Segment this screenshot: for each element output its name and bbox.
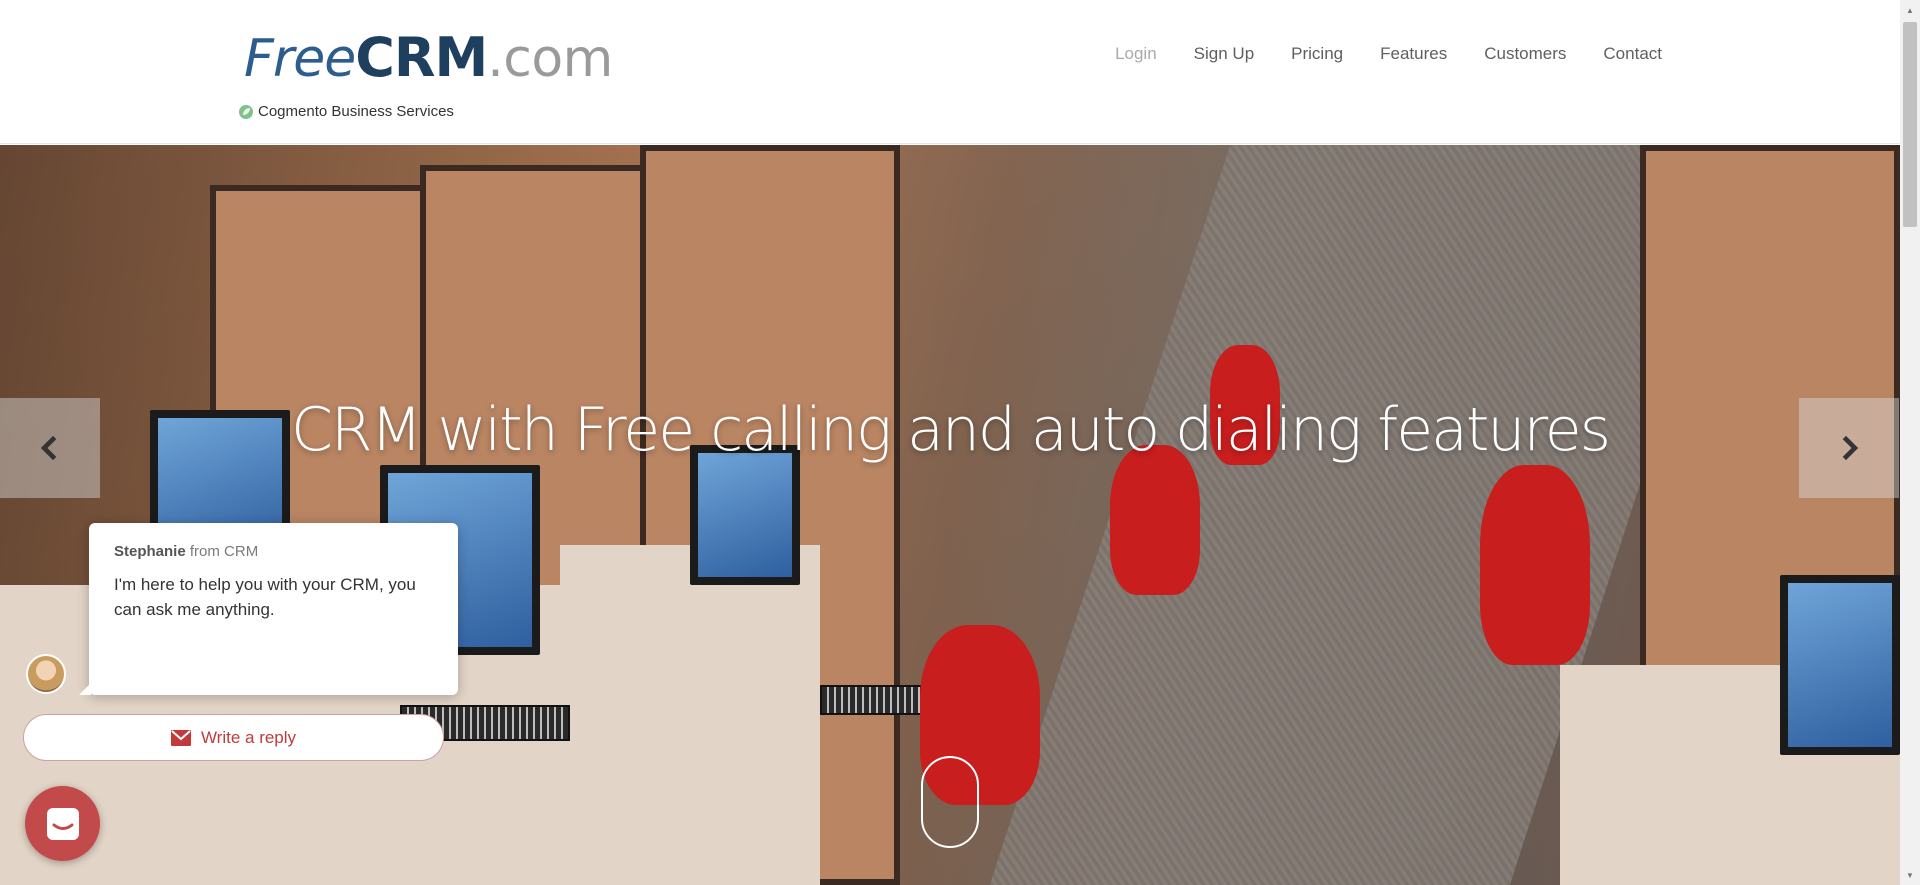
chat-launcher-button[interactable] <box>25 786 100 861</box>
tagline-text: Cogmento Business Services <box>258 103 454 120</box>
write-reply-label: Write a reply <box>200 727 297 747</box>
write-reply-button[interactable]: Write a reply <box>23 714 444 761</box>
hero-carousel: CRM with Free calling and auto dialing f… <box>0 145 1900 885</box>
carousel-next-button[interactable] <box>1799 398 1899 498</box>
freecrm-logo[interactable]: Free CRM .com <box>244 26 613 89</box>
envelope-icon <box>170 729 191 746</box>
cogmento-leaf-icon <box>239 104 253 119</box>
chat-icon <box>46 807 79 840</box>
tagline: Cogmento Business Services <box>238 103 454 120</box>
computer-monitor <box>690 445 800 585</box>
logo-free-text: Free <box>244 29 356 89</box>
chat-agent-from: from CRM <box>185 543 259 560</box>
nav-customers[interactable]: Customers <box>1484 44 1566 64</box>
nav-pricing[interactable]: Pricing <box>1291 44 1343 64</box>
red-chair <box>1480 465 1590 665</box>
red-chair <box>1110 445 1200 595</box>
desk-surface <box>560 545 820 885</box>
logo-com-text: .com <box>487 29 613 89</box>
chat-message-card[interactable]: Stephanie from CRM I'm here to help you … <box>79 523 458 695</box>
page-scrollbar[interactable]: ▲ ▼ <box>1900 0 1920 885</box>
agent-avatar <box>26 654 66 694</box>
scrollbar-thumb[interactable] <box>1903 22 1917 227</box>
main-nav: Login Sign Up Pricing Features Customers… <box>1115 44 1662 64</box>
computer-monitor <box>1780 575 1900 755</box>
chat-sender: Stephanie from CRM <box>114 543 433 560</box>
nav-sign-up[interactable]: Sign Up <box>1194 44 1254 64</box>
chat-message-text: I'm here to help you with your CRM, you … <box>114 575 416 619</box>
nav-features[interactable]: Features <box>1380 44 1447 64</box>
nav-contact[interactable]: Contact <box>1603 44 1662 64</box>
nav-login[interactable]: Login <box>1115 44 1157 64</box>
logo-crm-text: CRM <box>355 26 488 89</box>
chat-agent-name: Stephanie <box>114 543 186 560</box>
hero-headline: CRM with Free calling and auto dialing f… <box>291 395 1611 465</box>
chevron-left-icon <box>40 435 57 461</box>
carousel-prev-button[interactable] <box>0 398 100 498</box>
scroll-up-arrow-icon[interactable]: ▲ <box>1900 0 1920 20</box>
scroll-down-arrow-icon[interactable]: ▼ <box>1900 865 1920 885</box>
site-header: Free CRM .com Cogmento Business Services… <box>0 0 1900 144</box>
scroll-down-indicator[interactable] <box>921 756 979 848</box>
chevron-right-icon <box>1842 435 1859 461</box>
